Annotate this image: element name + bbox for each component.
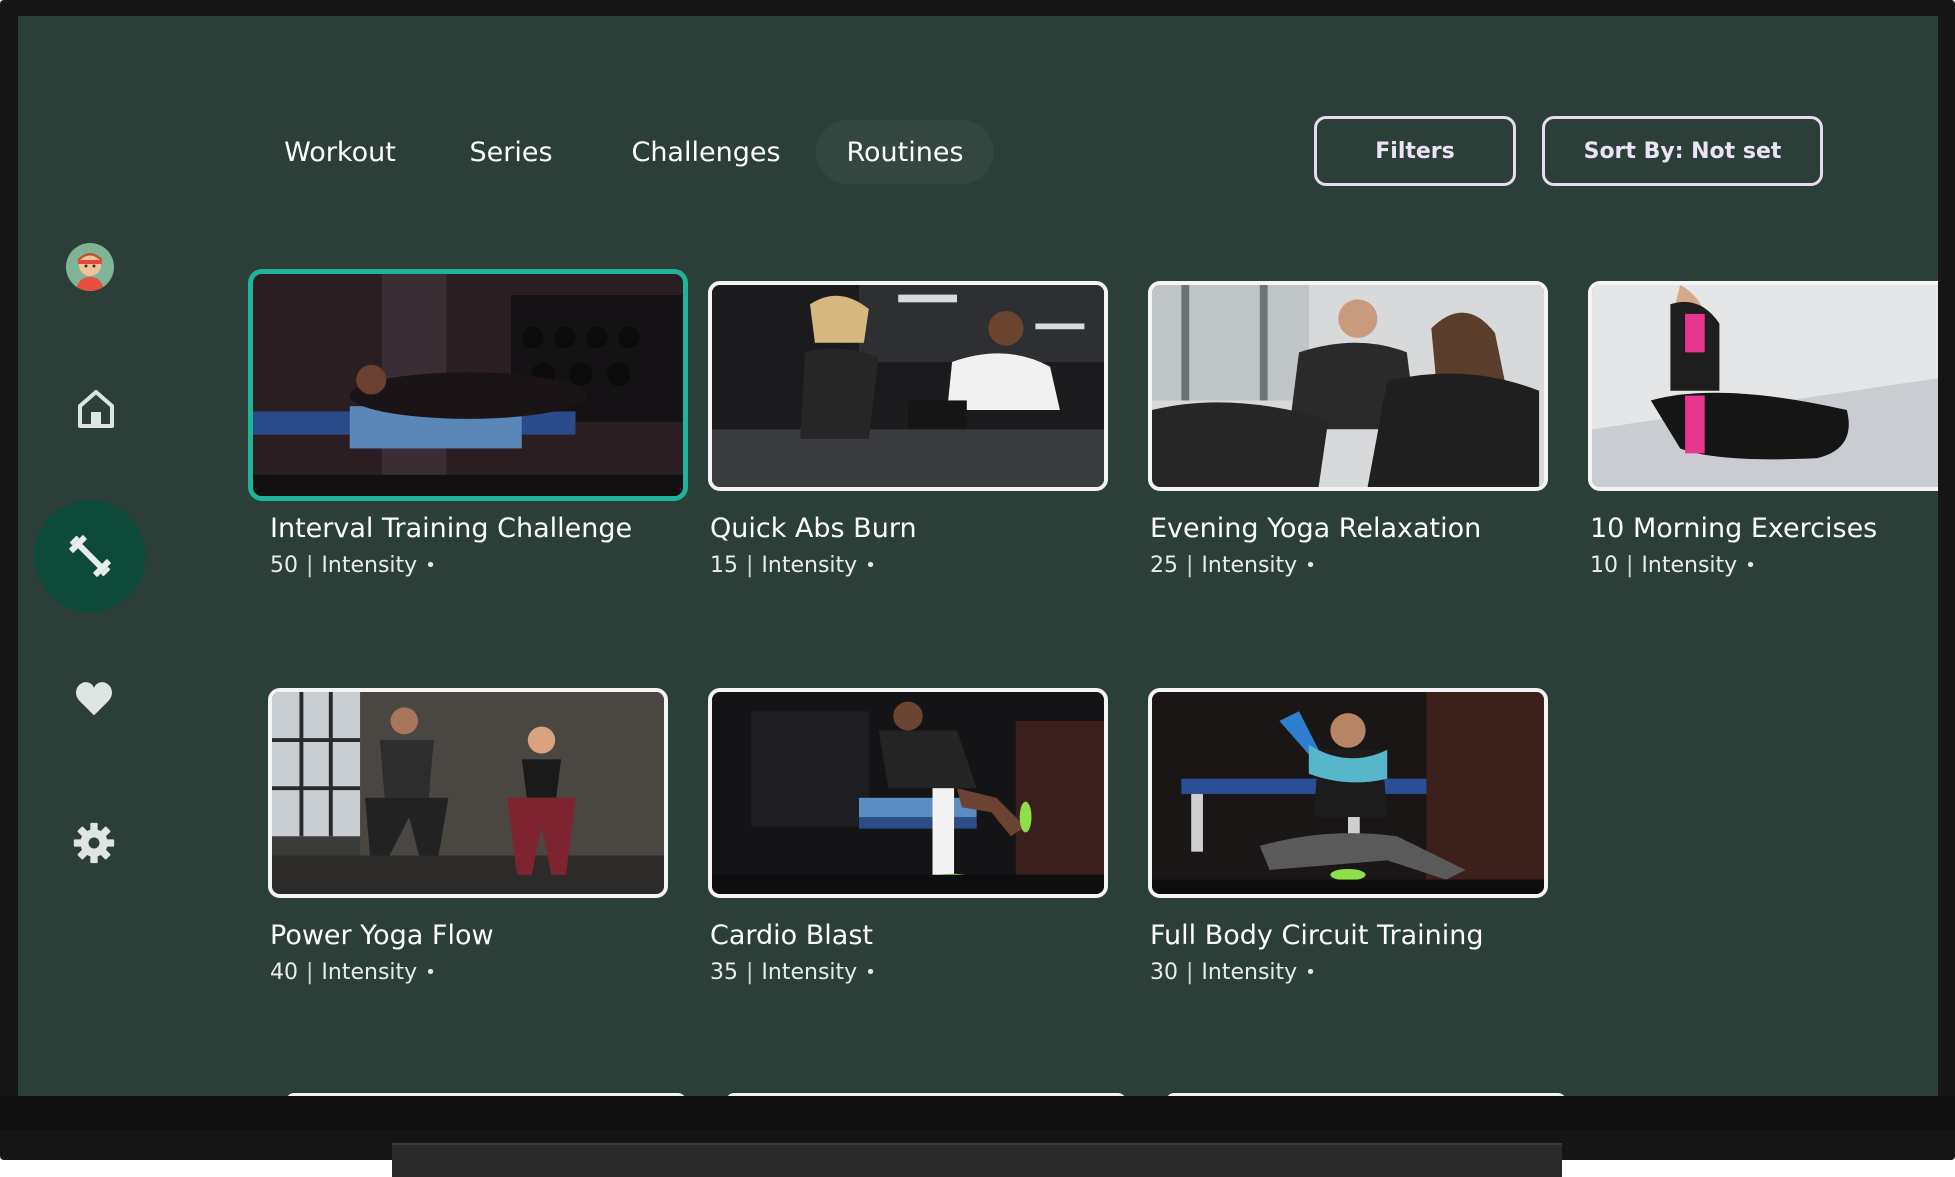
card-count: 15 (710, 553, 738, 578)
meta-separator: | (1186, 553, 1194, 578)
card-title: Cardio Blast (710, 920, 873, 951)
card-peek (726, 1093, 1126, 1096)
intensity-label: Intensity (1201, 553, 1298, 578)
card-meta: 30 | Intensity • (1150, 960, 1316, 985)
intensity-dot: • (865, 962, 876, 983)
meta-separator: | (306, 553, 314, 578)
card-count: 35 (710, 960, 738, 985)
tab-routines[interactable]: Routines (816, 120, 994, 184)
card-title: Evening Yoga Relaxation (1150, 513, 1482, 544)
card-peek (286, 1093, 686, 1096)
tv-stand (392, 1143, 1562, 1177)
home-icon (78, 390, 114, 428)
card-thumbnail (268, 688, 668, 898)
intensity-dot: • (1305, 555, 1316, 576)
card-meta: 25 | Intensity • (1150, 553, 1316, 578)
filters-button[interactable]: Filters (1314, 116, 1516, 186)
nav-favorites-button[interactable] (70, 674, 118, 722)
card-count: 25 (1150, 553, 1178, 578)
card-title: Quick Abs Burn (710, 513, 917, 544)
card-count: 50 (270, 553, 298, 578)
intensity-dot: • (865, 555, 876, 576)
card-thumbnail (1588, 281, 1938, 491)
intensity-dot: • (1745, 555, 1756, 576)
card-meta: 15 | Intensity • (710, 553, 876, 578)
card-title: 10 Morning Exercises (1590, 513, 1878, 544)
dumbbell-icon (69, 535, 111, 577)
intensity-label: Intensity (1201, 960, 1298, 985)
card-meta: 50 | Intensity • (270, 553, 436, 578)
intensity-label: Intensity (761, 960, 858, 985)
intensity-dot: • (425, 555, 436, 576)
card-meta: 10 | Intensity • (1590, 553, 1756, 578)
heart-icon (76, 682, 112, 716)
card-count: 10 (1590, 553, 1618, 578)
intensity-label: Intensity (1641, 553, 1738, 578)
intensity-label: Intensity (321, 960, 418, 985)
meta-separator: | (306, 960, 314, 985)
meta-separator: | (746, 960, 754, 985)
card-thumbnail (1148, 281, 1548, 491)
card-thumbnail (708, 688, 1108, 898)
tv-screen: Workout Series Challenges Routines Filte… (18, 16, 1938, 1096)
card-meta: 35 | Intensity • (710, 960, 876, 985)
card-peek (1166, 1093, 1566, 1096)
nav-home-button[interactable] (74, 386, 118, 430)
tab-series[interactable]: Series (446, 120, 576, 184)
intensity-label: Intensity (321, 553, 418, 578)
card-title: Full Body Circuit Training (1150, 920, 1484, 951)
card-count: 30 (1150, 960, 1178, 985)
card-thumbnail (1148, 688, 1548, 898)
card-thumbnail (708, 281, 1108, 491)
meta-separator: | (1626, 553, 1634, 578)
card-thumbnail (248, 269, 688, 501)
meta-separator: | (746, 553, 754, 578)
tv-bezel-bottom (0, 1096, 1955, 1130)
card-meta: 40 | Intensity • (270, 960, 436, 985)
meta-separator: | (1186, 960, 1194, 985)
sort-button[interactable]: Sort By: Not set (1542, 116, 1823, 186)
intensity-dot: • (1305, 962, 1316, 983)
tab-challenges[interactable]: Challenges (604, 120, 808, 184)
avatar-icon[interactable] (66, 243, 114, 291)
nav-settings-button[interactable] (70, 819, 118, 867)
intensity-label: Intensity (761, 553, 858, 578)
card-title: Power Yoga Flow (270, 920, 494, 951)
nav-workout-button[interactable] (34, 500, 146, 612)
card-title: Interval Training Challenge (270, 513, 633, 544)
intensity-dot: • (425, 962, 436, 983)
tab-workout[interactable]: Workout (258, 120, 422, 184)
gear-icon (73, 822, 115, 864)
card-count: 40 (270, 960, 298, 985)
